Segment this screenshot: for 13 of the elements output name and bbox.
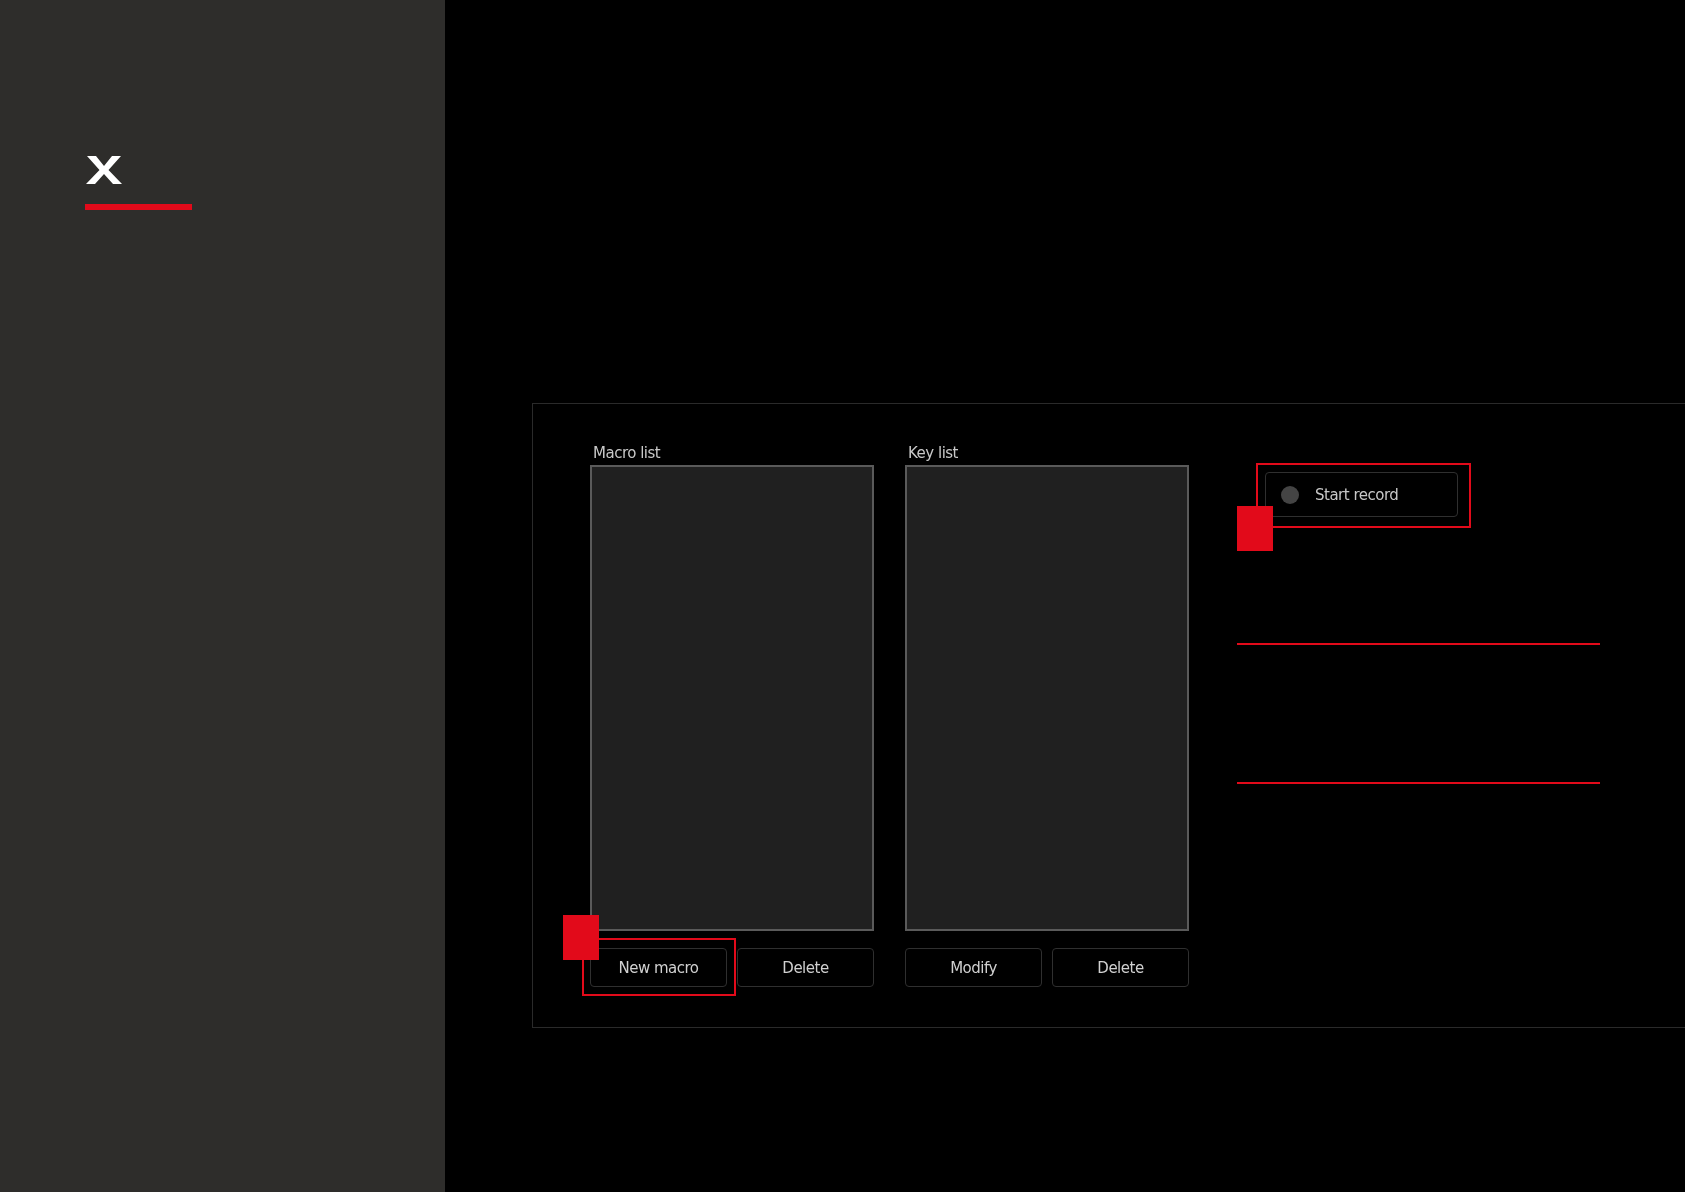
record-button[interactable]: Start record <box>1265 472 1458 517</box>
list-button[interactable]: Modify <box>905 948 1042 987</box>
callout-marker <box>563 915 599 960</box>
logo-icon <box>85 155 123 185</box>
list-label: Key list <box>908 444 959 464</box>
callout-marker <box>1237 506 1273 551</box>
list-box[interactable] <box>905 465 1189 931</box>
list-button[interactable]: Delete <box>1052 948 1189 987</box>
record-dot-icon <box>1281 485 1299 504</box>
list-button[interactable]: New macro <box>590 948 727 987</box>
list-box[interactable] <box>590 465 874 931</box>
list-button[interactable]: Delete <box>737 948 874 987</box>
list-label: Macro list <box>593 444 662 464</box>
